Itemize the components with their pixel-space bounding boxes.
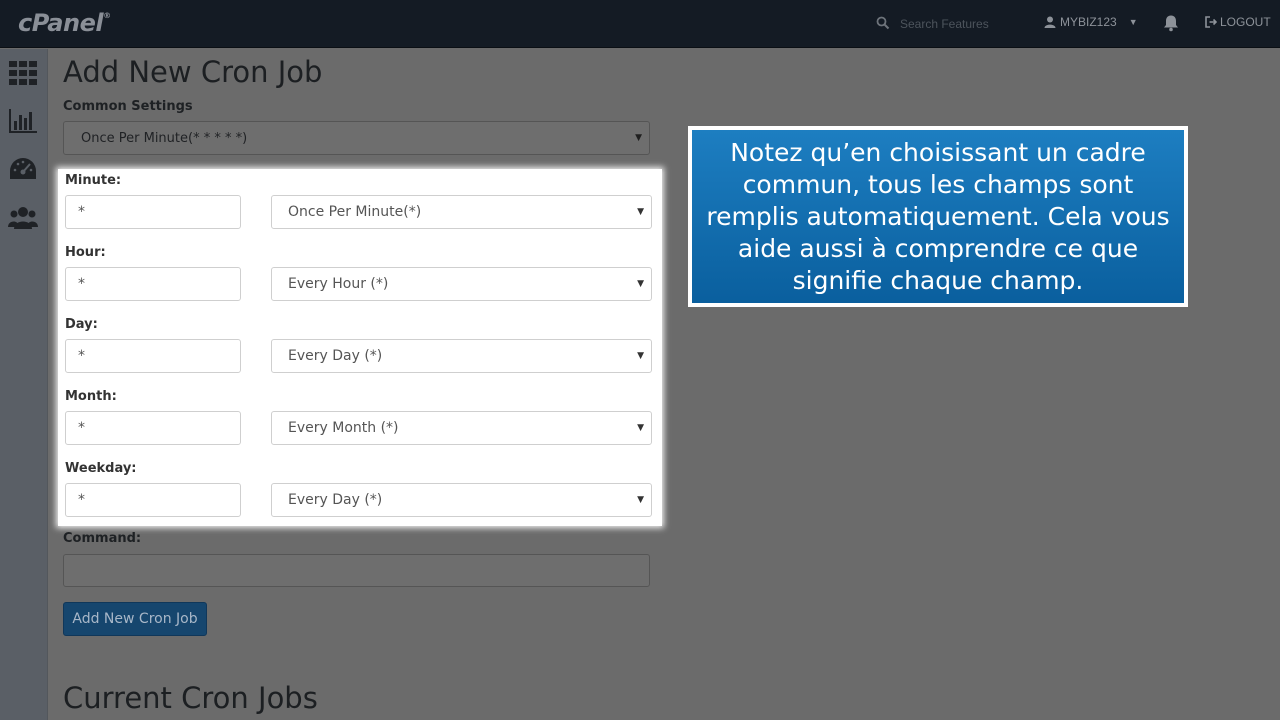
weekday-select[interactable]: Every Day (*) ▼	[271, 483, 652, 517]
logout-icon	[1205, 16, 1217, 28]
month-select[interactable]: Every Month (*) ▼	[271, 411, 652, 445]
minute-select[interactable]: Once Per Minute(*) ▼	[271, 195, 652, 229]
grid-icon[interactable]	[8, 59, 38, 87]
hour-input[interactable]: *	[65, 267, 241, 301]
tutorial-callout: Notez qu’en choisissant un cadre commun,…	[688, 126, 1188, 307]
hour-label: Hour:	[65, 245, 106, 260]
common-settings-label: Common Settings	[63, 99, 193, 114]
chevron-down-icon: ▼	[637, 423, 644, 433]
page-title: Add New Cron Job	[63, 55, 323, 89]
callout-text: Notez qu’en choisissant un cadre commun,…	[692, 130, 1184, 303]
day-label: Day:	[65, 317, 98, 332]
minute-label: Minute:	[65, 173, 122, 188]
hour-select[interactable]: Every Hour (*) ▼	[271, 267, 652, 301]
chevron-down-icon: ▼	[637, 279, 644, 289]
logout-label: LOGOUT	[1220, 15, 1271, 29]
user-icon	[1044, 16, 1056, 28]
chevron-down-icon: ▼	[637, 207, 644, 217]
chevron-down-icon: ▼	[637, 351, 644, 361]
users-icon[interactable]	[8, 203, 38, 231]
schedule-fields-panel: Minute: * Once Per Minute(*) ▼ Hour: * E…	[58, 169, 662, 526]
common-settings-value: Once Per Minute(* * * * *)	[81, 130, 248, 146]
chevron-down-icon: ▼	[637, 495, 644, 505]
command-input[interactable]	[63, 554, 650, 587]
minute-select-value: Once Per Minute(*)	[288, 204, 422, 220]
user-menu[interactable]: MYBIZ123 ▼	[1044, 15, 1138, 29]
bar-chart-icon[interactable]	[8, 107, 38, 135]
day-input[interactable]: *	[65, 339, 241, 373]
search-features	[876, 14, 1016, 34]
common-settings-select[interactable]: Once Per Minute(* * * * *) ▼	[63, 121, 650, 155]
search-input[interactable]	[900, 14, 1010, 34]
logout-link[interactable]: LOGOUT	[1205, 15, 1271, 29]
speedometer-icon[interactable]	[8, 155, 38, 183]
bell-icon[interactable]	[1162, 14, 1180, 32]
minute-input[interactable]: *	[65, 195, 241, 229]
add-cron-job-button[interactable]: Add New Cron Job	[63, 602, 207, 636]
sidebar	[0, 49, 48, 720]
cpanel-logo[interactable]: cPanel®	[18, 9, 111, 37]
top-navbar: cPanel® MYBIZ123 ▼ LOGOUT	[0, 0, 1280, 48]
chevron-down-icon: ▼	[1128, 17, 1138, 27]
username: MYBIZ123	[1060, 15, 1117, 29]
month-select-value: Every Month (*)	[288, 420, 399, 436]
search-icon	[876, 16, 890, 30]
brand-mark: ®	[103, 11, 111, 20]
brand-text: cPanel	[18, 9, 104, 37]
weekday-label: Weekday:	[65, 461, 137, 476]
current-cron-jobs-title: Current Cron Jobs	[63, 681, 318, 715]
month-input[interactable]: *	[65, 411, 241, 445]
day-select-value: Every Day (*)	[288, 348, 383, 364]
weekday-select-value: Every Day (*)	[288, 492, 383, 508]
command-label: Command:	[63, 531, 142, 546]
chevron-down-icon: ▼	[635, 133, 642, 143]
month-label: Month:	[65, 389, 117, 404]
day-select[interactable]: Every Day (*) ▼	[271, 339, 652, 373]
weekday-input[interactable]: *	[65, 483, 241, 517]
hour-select-value: Every Hour (*)	[288, 276, 389, 292]
